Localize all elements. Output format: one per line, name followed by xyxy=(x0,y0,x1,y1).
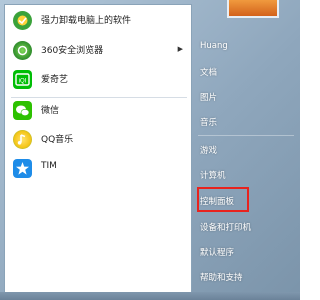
user-avatar[interactable] xyxy=(227,0,279,18)
program-label: QQ音乐 xyxy=(41,135,74,145)
tim-icon xyxy=(13,159,32,178)
program-label: 360安全浏览器 xyxy=(41,46,104,56)
program-item-qq-music[interactable]: QQ音乐 xyxy=(9,128,189,151)
submenu-arrow-icon: ▶ xyxy=(177,45,183,53)
devices-printers-link[interactable]: 设备和打印机 xyxy=(200,218,292,238)
program-label: 爱奇艺 xyxy=(41,75,69,85)
start-menu: 强力卸载电脑上的软件 360安全浏览器 ▶ iQI 爱奇艺 微信 QQ音乐 TI… xyxy=(0,0,300,300)
program-item-tim[interactable]: TIM xyxy=(9,157,189,180)
program-label: TIM xyxy=(41,161,57,171)
programs-panel: 强力卸载电脑上的软件 360安全浏览器 ▶ iQI 爱奇艺 微信 QQ音乐 TI… xyxy=(4,4,192,296)
svg-text:iQI: iQI xyxy=(19,79,27,85)
wechat-icon xyxy=(13,101,32,120)
separator xyxy=(11,97,187,98)
software-manager-icon xyxy=(13,11,32,30)
program-item-wechat[interactable]: 微信 xyxy=(9,99,189,122)
360-browser-icon xyxy=(13,41,32,60)
program-item-uninstaller[interactable]: 强力卸载电脑上的软件 xyxy=(9,9,189,32)
music-link[interactable]: 音乐 xyxy=(200,113,292,133)
help-support-link[interactable]: 帮助和支持 xyxy=(200,268,292,288)
taskbar-edge xyxy=(0,292,300,300)
program-label: 微信 xyxy=(41,106,60,116)
qq-music-icon xyxy=(13,130,32,149)
program-item-iqiyi[interactable]: iQI 爱奇艺 xyxy=(9,68,189,91)
program-label: 强力卸载电脑上的软件 xyxy=(41,16,132,26)
program-item-360-browser[interactable]: 360安全浏览器 ▶ xyxy=(9,39,189,62)
default-programs-link[interactable]: 默认程序 xyxy=(200,243,292,263)
control-panel-highlight xyxy=(197,187,249,212)
user-name-link[interactable]: Huang xyxy=(200,38,292,58)
separator xyxy=(198,135,294,136)
pictures-link[interactable]: 图片 xyxy=(200,88,292,108)
iqiyi-icon: iQI xyxy=(13,70,32,89)
games-link[interactable]: 游戏 xyxy=(200,141,292,161)
documents-link[interactable]: 文档 xyxy=(200,63,292,83)
computer-link[interactable]: 计算机 xyxy=(200,166,292,186)
